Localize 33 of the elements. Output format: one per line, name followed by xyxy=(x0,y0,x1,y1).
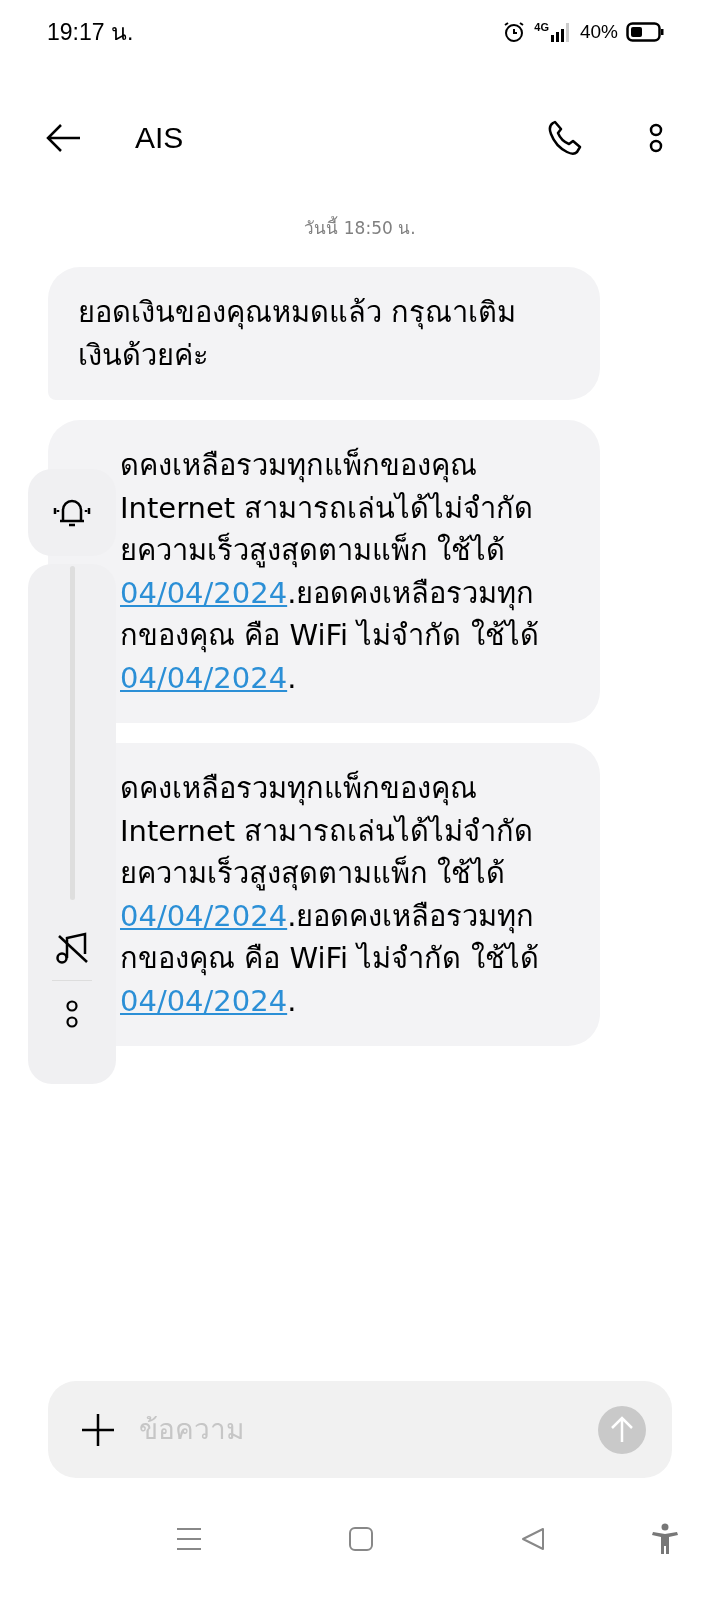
date-link[interactable]: 04/04/2024 xyxy=(120,898,288,933)
back-triangle-icon[interactable] xyxy=(520,1526,546,1552)
date-link[interactable]: 04/04/2024 xyxy=(120,660,288,695)
back-arrow-icon[interactable] xyxy=(46,123,82,153)
more-icon[interactable] xyxy=(64,999,80,1029)
plus-icon[interactable] xyxy=(81,1412,115,1447)
message-text: 04/04/2024. xyxy=(120,982,297,1020)
battery-icon xyxy=(626,21,664,43)
message-text: ยความเร็วสูงสุดตามแพ็ก ใช้ได้ xyxy=(120,531,506,570)
status-time: 19:17 น. xyxy=(47,18,134,47)
accessibility-icon[interactable] xyxy=(652,1523,678,1555)
signal-icon xyxy=(549,21,572,43)
music-off-icon[interactable] xyxy=(55,930,89,966)
network-label: 4G xyxy=(534,21,549,33)
message-text: Internet สามารถเล่นได้ไม่จำกัด xyxy=(120,812,534,850)
message-text: 04/04/2024.ยอดคงเหลือรวมทุก xyxy=(120,897,535,936)
message-text: 04/04/2024. xyxy=(120,659,297,697)
message-text: ดคงเหลือรวมทุกแพ็กของคุณ xyxy=(120,446,477,485)
message-text: ยความเร็วสูงสุดตามแพ็ก ใช้ได้ xyxy=(120,854,506,893)
message-text: Internet สามารถเล่นได้ไม่จำกัด xyxy=(120,489,534,527)
battery-percent: 40% xyxy=(579,21,618,43)
menu-icon[interactable] xyxy=(176,1527,202,1551)
more-icon[interactable] xyxy=(648,122,664,154)
date-label: วันนี้ 18:50 น. xyxy=(303,215,417,240)
home-square-icon[interactable] xyxy=(348,1526,374,1552)
date-link[interactable]: 04/04/2024 xyxy=(120,575,288,610)
message-text: กของคุณ คือ WiFi ไม่จำกัด ใช้ได้ xyxy=(120,617,539,655)
contact-name: AIS xyxy=(135,121,185,155)
date-link[interactable]: 04/04/2024 xyxy=(120,983,288,1018)
message-text: ดคงเหลือรวมทุกแพ็กของคุณ xyxy=(120,769,477,808)
message-text: 04/04/2024.ยอดคงเหลือรวมทุก xyxy=(120,574,535,613)
message-text: กของคุณ คือ WiFi ไม่จำกัด ใช้ได้ xyxy=(120,940,539,978)
message-text: ยอดเงินของคุณหมดแล้ว กรุณาเติม เงินด้วยค่ะ xyxy=(78,294,518,374)
